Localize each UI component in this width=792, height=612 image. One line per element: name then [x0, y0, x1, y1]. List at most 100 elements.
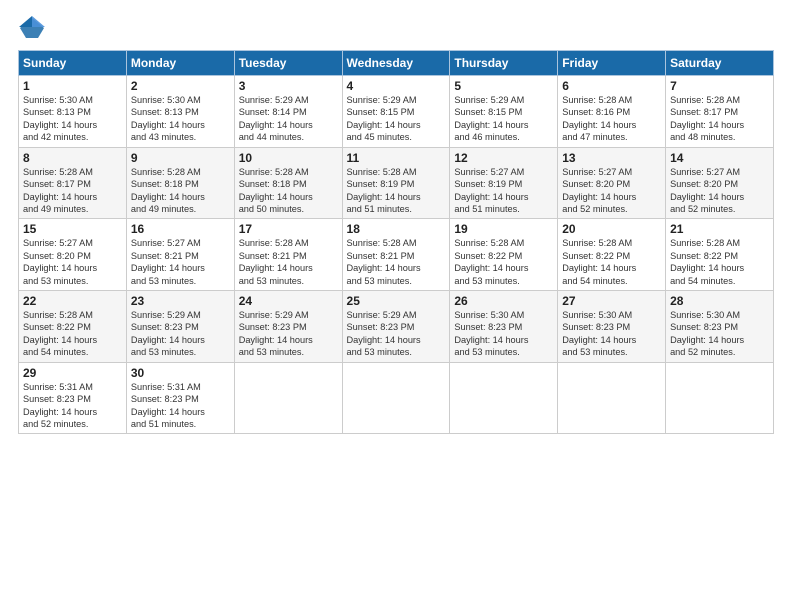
day-number: 2	[131, 79, 230, 93]
day-info: Sunrise: 5:27 AMSunset: 8:20 PMDaylight:…	[562, 166, 661, 216]
day-info: Sunrise: 5:28 AMSunset: 8:21 PMDaylight:…	[347, 237, 446, 287]
table-row: 27Sunrise: 5:30 AMSunset: 8:23 PMDayligh…	[558, 291, 666, 363]
day-number: 30	[131, 366, 230, 380]
day-number: 24	[239, 294, 338, 308]
table-row	[558, 362, 666, 434]
table-row: 4Sunrise: 5:29 AMSunset: 8:15 PMDaylight…	[342, 76, 450, 148]
table-row: 24Sunrise: 5:29 AMSunset: 8:23 PMDayligh…	[234, 291, 342, 363]
table-row: 29Sunrise: 5:31 AMSunset: 8:23 PMDayligh…	[19, 362, 127, 434]
col-monday: Monday	[126, 51, 234, 76]
day-number: 23	[131, 294, 230, 308]
day-info: Sunrise: 5:29 AMSunset: 8:23 PMDaylight:…	[239, 309, 338, 359]
table-row	[342, 362, 450, 434]
table-row: 10Sunrise: 5:28 AMSunset: 8:18 PMDayligh…	[234, 147, 342, 219]
day-info: Sunrise: 5:27 AMSunset: 8:20 PMDaylight:…	[23, 237, 122, 287]
table-row: 14Sunrise: 5:27 AMSunset: 8:20 PMDayligh…	[666, 147, 774, 219]
table-row: 19Sunrise: 5:28 AMSunset: 8:22 PMDayligh…	[450, 219, 558, 291]
day-number: 18	[347, 222, 446, 236]
day-number: 7	[670, 79, 769, 93]
day-info: Sunrise: 5:27 AMSunset: 8:20 PMDaylight:…	[670, 166, 769, 216]
table-row: 6Sunrise: 5:28 AMSunset: 8:16 PMDaylight…	[558, 76, 666, 148]
table-row: 25Sunrise: 5:29 AMSunset: 8:23 PMDayligh…	[342, 291, 450, 363]
day-info: Sunrise: 5:27 AMSunset: 8:19 PMDaylight:…	[454, 166, 553, 216]
day-number: 10	[239, 151, 338, 165]
col-saturday: Saturday	[666, 51, 774, 76]
day-number: 26	[454, 294, 553, 308]
table-row: 11Sunrise: 5:28 AMSunset: 8:19 PMDayligh…	[342, 147, 450, 219]
day-info: Sunrise: 5:28 AMSunset: 8:22 PMDaylight:…	[23, 309, 122, 359]
table-row: 1Sunrise: 5:30 AMSunset: 8:13 PMDaylight…	[19, 76, 127, 148]
day-number: 29	[23, 366, 122, 380]
table-row: 16Sunrise: 5:27 AMSunset: 8:21 PMDayligh…	[126, 219, 234, 291]
col-friday: Friday	[558, 51, 666, 76]
table-row: 23Sunrise: 5:29 AMSunset: 8:23 PMDayligh…	[126, 291, 234, 363]
day-info: Sunrise: 5:30 AMSunset: 8:23 PMDaylight:…	[562, 309, 661, 359]
day-number: 21	[670, 222, 769, 236]
table-row: 22Sunrise: 5:28 AMSunset: 8:22 PMDayligh…	[19, 291, 127, 363]
day-number: 12	[454, 151, 553, 165]
day-info: Sunrise: 5:29 AMSunset: 8:15 PMDaylight:…	[454, 94, 553, 144]
day-info: Sunrise: 5:31 AMSunset: 8:23 PMDaylight:…	[23, 381, 122, 431]
day-number: 27	[562, 294, 661, 308]
day-info: Sunrise: 5:30 AMSunset: 8:23 PMDaylight:…	[670, 309, 769, 359]
day-info: Sunrise: 5:28 AMSunset: 8:17 PMDaylight:…	[670, 94, 769, 144]
calendar-table: Sunday Monday Tuesday Wednesday Thursday…	[18, 50, 774, 434]
day-number: 3	[239, 79, 338, 93]
table-row: 21Sunrise: 5:28 AMSunset: 8:22 PMDayligh…	[666, 219, 774, 291]
logo	[18, 14, 50, 42]
table-row: 8Sunrise: 5:28 AMSunset: 8:17 PMDaylight…	[19, 147, 127, 219]
day-number: 13	[562, 151, 661, 165]
day-number: 17	[239, 222, 338, 236]
day-info: Sunrise: 5:28 AMSunset: 8:16 PMDaylight:…	[562, 94, 661, 144]
header	[18, 14, 774, 42]
day-number: 16	[131, 222, 230, 236]
table-row: 26Sunrise: 5:30 AMSunset: 8:23 PMDayligh…	[450, 291, 558, 363]
day-number: 8	[23, 151, 122, 165]
table-row: 2Sunrise: 5:30 AMSunset: 8:13 PMDaylight…	[126, 76, 234, 148]
day-number: 11	[347, 151, 446, 165]
day-number: 15	[23, 222, 122, 236]
day-info: Sunrise: 5:28 AMSunset: 8:19 PMDaylight:…	[347, 166, 446, 216]
table-row: 15Sunrise: 5:27 AMSunset: 8:20 PMDayligh…	[19, 219, 127, 291]
day-number: 14	[670, 151, 769, 165]
day-number: 28	[670, 294, 769, 308]
header-row: Sunday Monday Tuesday Wednesday Thursday…	[19, 51, 774, 76]
day-number: 25	[347, 294, 446, 308]
logo-icon	[18, 14, 46, 42]
day-number: 4	[347, 79, 446, 93]
day-info: Sunrise: 5:28 AMSunset: 8:22 PMDaylight:…	[454, 237, 553, 287]
page: Sunday Monday Tuesday Wednesday Thursday…	[0, 0, 792, 612]
day-info: Sunrise: 5:28 AMSunset: 8:22 PMDaylight:…	[670, 237, 769, 287]
table-row: 9Sunrise: 5:28 AMSunset: 8:18 PMDaylight…	[126, 147, 234, 219]
day-info: Sunrise: 5:31 AMSunset: 8:23 PMDaylight:…	[131, 381, 230, 431]
col-thursday: Thursday	[450, 51, 558, 76]
day-info: Sunrise: 5:29 AMSunset: 8:23 PMDaylight:…	[347, 309, 446, 359]
table-row: 5Sunrise: 5:29 AMSunset: 8:15 PMDaylight…	[450, 76, 558, 148]
day-info: Sunrise: 5:30 AMSunset: 8:13 PMDaylight:…	[23, 94, 122, 144]
day-info: Sunrise: 5:28 AMSunset: 8:18 PMDaylight:…	[131, 166, 230, 216]
table-row: 12Sunrise: 5:27 AMSunset: 8:19 PMDayligh…	[450, 147, 558, 219]
table-row: 17Sunrise: 5:28 AMSunset: 8:21 PMDayligh…	[234, 219, 342, 291]
day-info: Sunrise: 5:28 AMSunset: 8:22 PMDaylight:…	[562, 237, 661, 287]
day-number: 9	[131, 151, 230, 165]
day-number: 5	[454, 79, 553, 93]
table-row	[450, 362, 558, 434]
day-info: Sunrise: 5:28 AMSunset: 8:21 PMDaylight:…	[239, 237, 338, 287]
table-row: 20Sunrise: 5:28 AMSunset: 8:22 PMDayligh…	[558, 219, 666, 291]
day-number: 20	[562, 222, 661, 236]
col-tuesday: Tuesday	[234, 51, 342, 76]
day-info: Sunrise: 5:28 AMSunset: 8:17 PMDaylight:…	[23, 166, 122, 216]
day-number: 22	[23, 294, 122, 308]
day-info: Sunrise: 5:27 AMSunset: 8:21 PMDaylight:…	[131, 237, 230, 287]
table-row: 30Sunrise: 5:31 AMSunset: 8:23 PMDayligh…	[126, 362, 234, 434]
day-number: 19	[454, 222, 553, 236]
day-info: Sunrise: 5:29 AMSunset: 8:23 PMDaylight:…	[131, 309, 230, 359]
col-sunday: Sunday	[19, 51, 127, 76]
col-wednesday: Wednesday	[342, 51, 450, 76]
day-info: Sunrise: 5:30 AMSunset: 8:23 PMDaylight:…	[454, 309, 553, 359]
day-number: 1	[23, 79, 122, 93]
table-row	[666, 362, 774, 434]
day-info: Sunrise: 5:29 AMSunset: 8:15 PMDaylight:…	[347, 94, 446, 144]
table-row: 13Sunrise: 5:27 AMSunset: 8:20 PMDayligh…	[558, 147, 666, 219]
day-info: Sunrise: 5:28 AMSunset: 8:18 PMDaylight:…	[239, 166, 338, 216]
